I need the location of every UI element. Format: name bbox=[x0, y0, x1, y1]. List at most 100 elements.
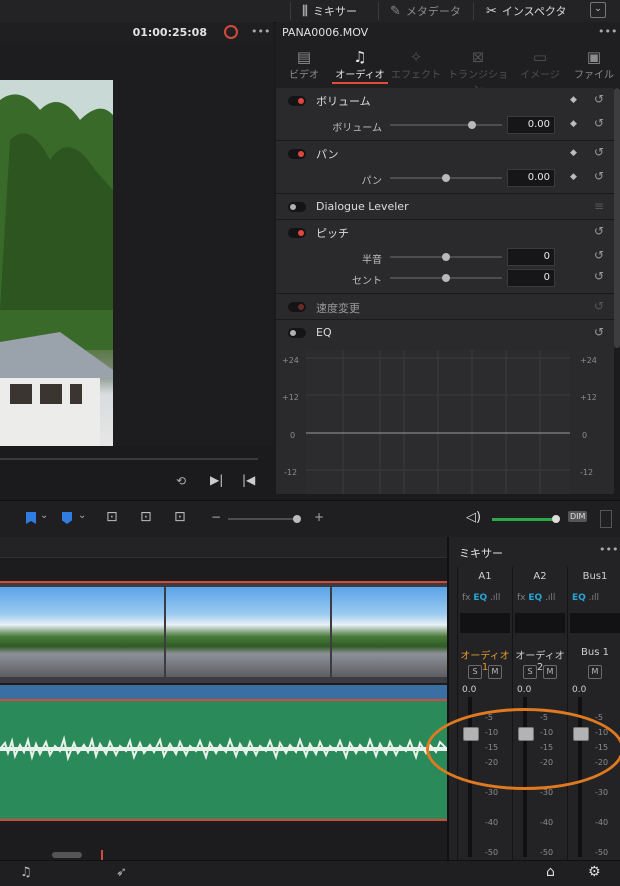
mixer-panel: ミキサー ••• A1 fx EQ .ıll オーディオ 1 S M 0.0 A… bbox=[447, 537, 620, 860]
dim-button[interactable]: DIM bbox=[568, 511, 588, 522]
transition-icon: ⊠ bbox=[471, 48, 485, 66]
tab-image[interactable]: ▭ イメージ bbox=[512, 48, 568, 81]
reset-icon[interactable]: ↺ bbox=[594, 224, 604, 238]
tab-file[interactable]: ▣ ファイル bbox=[566, 48, 620, 81]
video-clip[interactable] bbox=[0, 581, 447, 683]
fader-scale-label: -30 bbox=[485, 788, 499, 797]
monitor-volume-slider[interactable] bbox=[492, 518, 556, 521]
semitone-value-field[interactable]: 0 bbox=[507, 248, 555, 266]
rocket-icon[interactable]: ➶ bbox=[116, 865, 127, 880]
reset-icon[interactable]: ↺ bbox=[594, 169, 604, 183]
zoom-slider[interactable] bbox=[228, 518, 298, 520]
settings-sliders-icon[interactable]: ≡ bbox=[594, 199, 604, 213]
reset-icon[interactable]: ↺ bbox=[594, 92, 604, 106]
gear-icon[interactable]: ⚙ bbox=[588, 864, 601, 880]
prev-frame-icon[interactable]: |◀ bbox=[242, 473, 255, 487]
timeline-scrollbar[interactable] bbox=[52, 852, 82, 858]
reset-icon[interactable]: ↺ bbox=[594, 248, 604, 262]
zoom-out-icon[interactable]: − bbox=[211, 510, 221, 524]
playhead-marker[interactable] bbox=[101, 850, 103, 860]
annotation-circle bbox=[426, 708, 620, 790]
keyframe-icon[interactable]: ◆ bbox=[570, 172, 577, 182]
fader-scale-label: -40 bbox=[540, 818, 554, 827]
divider bbox=[290, 2, 291, 20]
inspector-header: PANA0006.MOV ••• bbox=[276, 22, 620, 45]
flag-icon[interactable] bbox=[26, 512, 36, 524]
inspector-scrollbar[interactable] bbox=[614, 88, 620, 348]
eq-section: EQ ↺ +24 +12 0 -12 +24 +12 0 -12 bbox=[276, 320, 614, 494]
more-options-icon[interactable]: ••• bbox=[598, 25, 617, 38]
reset-icon[interactable]: ↺ bbox=[594, 269, 604, 283]
pitch-toggle[interactable] bbox=[288, 228, 306, 238]
volume-slider-knob[interactable] bbox=[467, 121, 476, 129]
volume-toggle[interactable] bbox=[288, 96, 306, 106]
reset-icon[interactable]: ↺ bbox=[594, 325, 604, 339]
pan-value-field[interactable]: 0.00 bbox=[507, 169, 555, 187]
keyframe-icon[interactable]: ◆ bbox=[570, 148, 577, 158]
home-icon[interactable]: ⌂ bbox=[546, 864, 555, 880]
zoom-full-icon[interactable]: ⊡ bbox=[106, 509, 118, 525]
inspector-toggle-button[interactable]: ✂ インスペクタ bbox=[486, 3, 566, 19]
zoom-slider-knob[interactable] bbox=[293, 515, 301, 523]
pan-toggle[interactable] bbox=[288, 149, 306, 159]
pan-slider-knob[interactable] bbox=[442, 174, 450, 182]
reset-icon[interactable]: ↺ bbox=[594, 145, 604, 159]
eq-scale-label: +24 bbox=[580, 356, 597, 365]
timeline-ruler[interactable] bbox=[0, 537, 447, 558]
video-thumbnail bbox=[0, 587, 164, 677]
cents-value-field[interactable]: 0 bbox=[507, 269, 555, 287]
zoom-in-icon[interactable]: + bbox=[314, 510, 324, 524]
chevron-down-icon[interactable]: ⌄ bbox=[590, 2, 606, 18]
fader-scale-label: -50 bbox=[540, 848, 554, 857]
viewer-transport: ⟲ ▶| |◀ bbox=[0, 446, 273, 494]
cents-slider-knob[interactable] bbox=[442, 274, 450, 282]
scrub-bar[interactable] bbox=[0, 458, 258, 460]
reset-icon[interactable]: ↺ bbox=[594, 116, 604, 130]
more-options-icon[interactable]: ••• bbox=[251, 25, 270, 38]
zoom-custom-icon[interactable]: ⊡ bbox=[174, 509, 186, 525]
next-frame-icon[interactable]: ▶| bbox=[210, 473, 223, 487]
bottom-page-bar: ♫ ➶ ⌂ ⚙ bbox=[0, 860, 620, 886]
loop-icon[interactable]: ⟲ bbox=[176, 474, 186, 488]
divider bbox=[378, 2, 379, 20]
tab-audio[interactable]: ♫ オーディオ bbox=[332, 48, 388, 81]
fader-scale-label: -40 bbox=[595, 818, 609, 827]
speed-change-toggle[interactable] bbox=[288, 302, 306, 312]
music-note-icon: ♫ bbox=[353, 48, 367, 66]
monitor-volume-knob[interactable] bbox=[552, 515, 560, 523]
reset-icon[interactable]: ↺ bbox=[594, 299, 604, 313]
section-title: 速度変更 bbox=[316, 302, 360, 315]
chevron-down-icon[interactable]: ⌄ bbox=[40, 510, 48, 521]
tab-effects[interactable]: ✧ エフェクト bbox=[388, 48, 444, 81]
keyframe-icon[interactable]: ◆ bbox=[570, 95, 577, 105]
eq-graph[interactable] bbox=[306, 350, 570, 494]
speaker-icon[interactable]: ◁) bbox=[466, 510, 481, 525]
mixer-toggle-button[interactable]: ⫼ ミキサー bbox=[302, 3, 357, 19]
meter-toggle[interactable] bbox=[600, 510, 612, 528]
dialogue-leveler-toggle[interactable] bbox=[288, 202, 306, 212]
video-icon: ▤ bbox=[296, 48, 312, 66]
fader-scale-label: -40 bbox=[485, 818, 499, 827]
fader-scale: -5 -5 -5 -10 -10 -10 -15 -15 -15 -20 -20 -20 -30 -30-… bbox=[449, 537, 620, 860]
tag-icon: ✎ bbox=[390, 3, 401, 19]
semitone-slider-knob[interactable] bbox=[442, 253, 450, 261]
volume-slider[interactable] bbox=[390, 124, 502, 126]
color-wheel-icon[interactable] bbox=[224, 25, 238, 39]
pitch-section: ピッチ ↺ 半音 0 ↺ セント 0 ↺ bbox=[276, 220, 614, 294]
section-title: EQ bbox=[316, 326, 332, 339]
music-note-icon[interactable]: ♫ bbox=[20, 865, 32, 880]
volume-value-field[interactable]: 0.00 bbox=[507, 116, 555, 134]
marker-icon[interactable] bbox=[62, 512, 72, 524]
section-title: パン bbox=[316, 148, 339, 161]
eq-toggle[interactable] bbox=[288, 328, 306, 338]
eq-scale-label: -12 bbox=[284, 468, 298, 477]
metadata-toggle-button[interactable]: ✎ メタデータ bbox=[390, 3, 461, 19]
chevron-down-icon[interactable]: ⌄ bbox=[78, 510, 86, 521]
zoom-detail-icon[interactable]: ⊡ bbox=[140, 509, 152, 525]
section-title: ピッチ bbox=[316, 227, 349, 240]
audio-waveform bbox=[0, 735, 447, 762]
viewer-header: 01:00:25:08 ••• bbox=[0, 22, 273, 45]
keyframe-icon[interactable]: ◆ bbox=[570, 119, 577, 129]
tab-video[interactable]: ▤ ビデオ bbox=[276, 48, 332, 81]
audio-clip[interactable] bbox=[0, 699, 447, 821]
